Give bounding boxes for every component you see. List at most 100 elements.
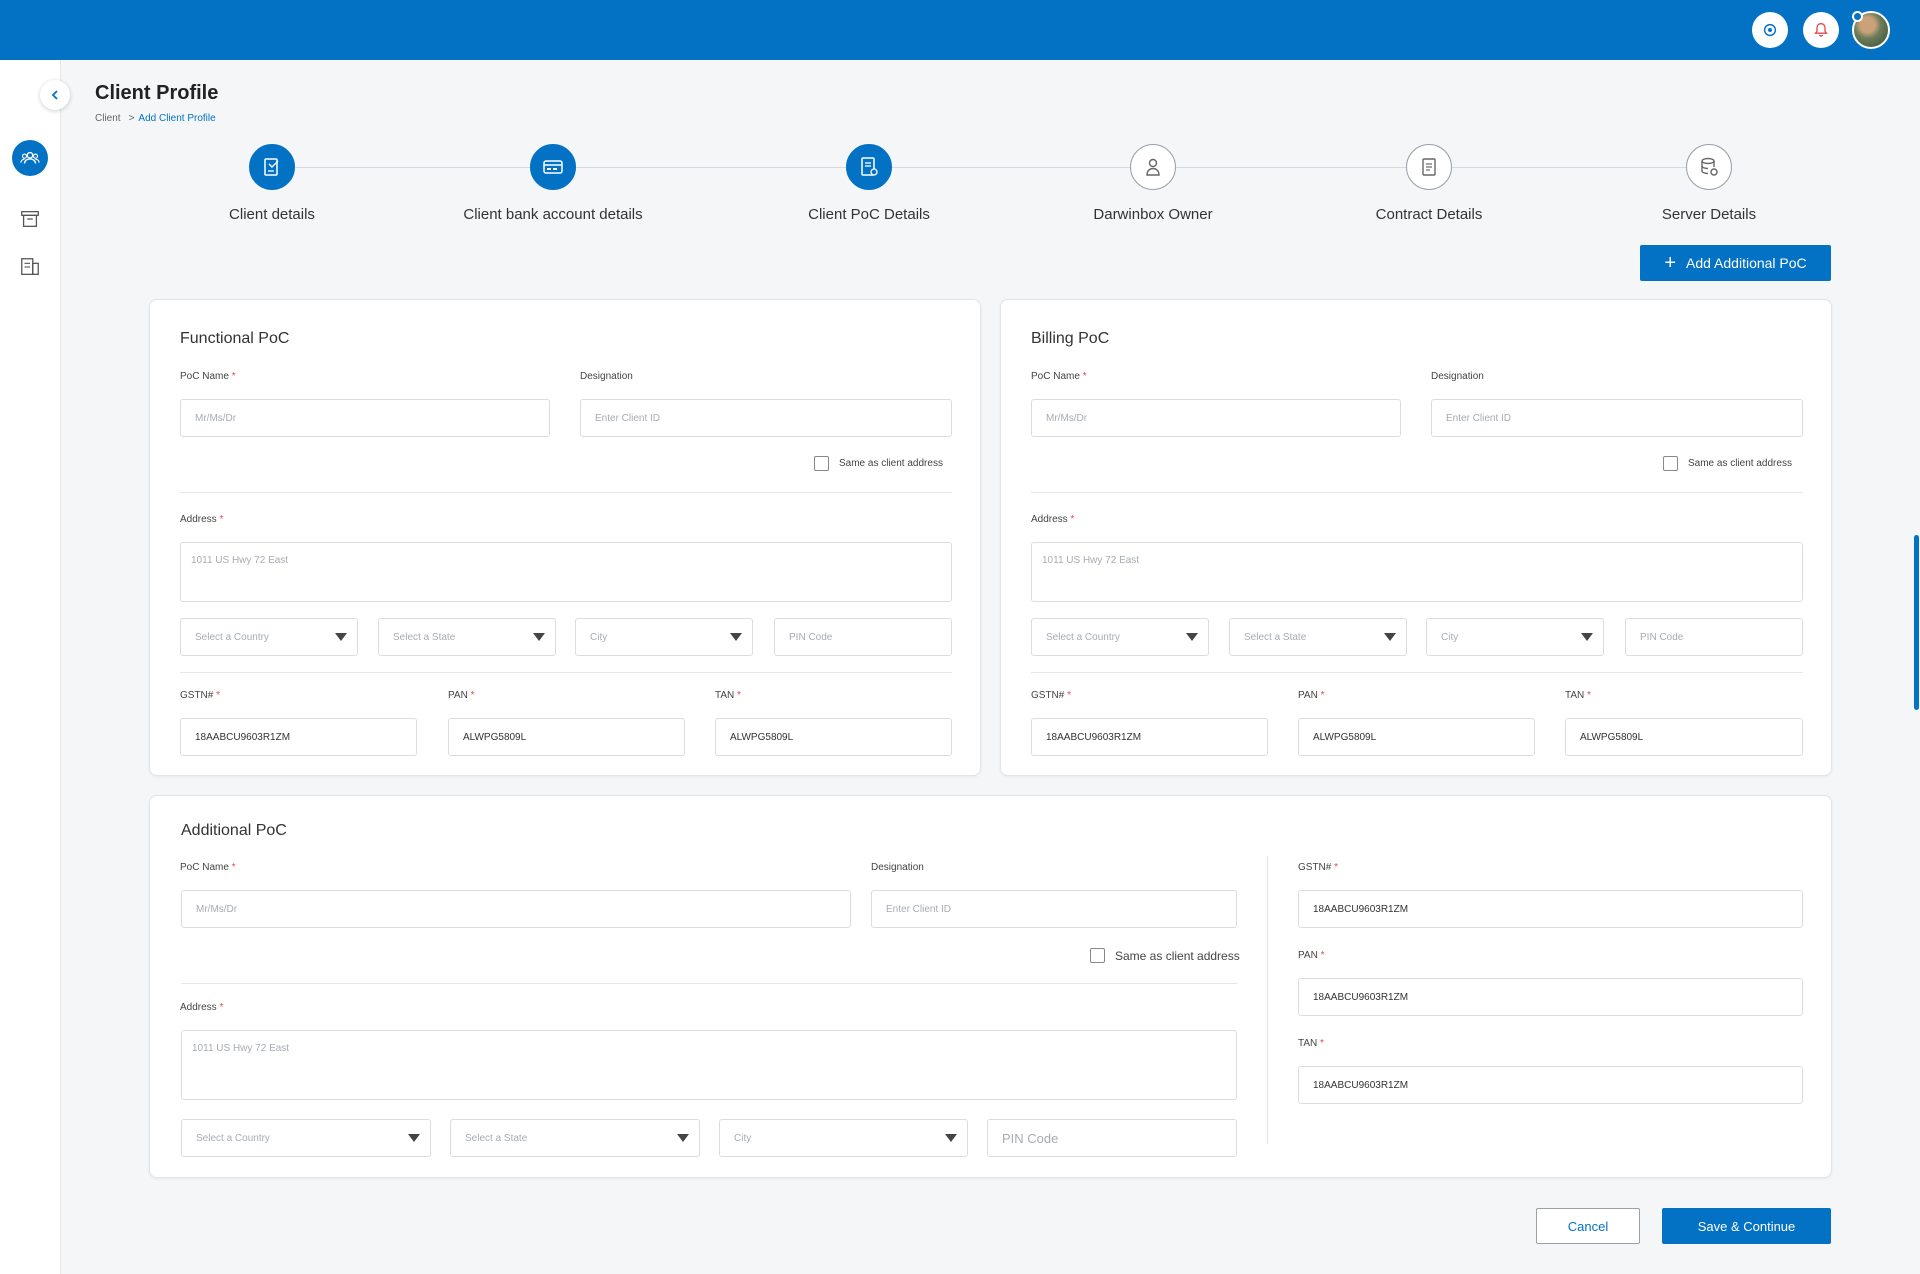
state-select-value: Select a State: [393, 631, 456, 643]
checkbox-box[interactable]: [814, 456, 829, 471]
gstn-input[interactable]: [1031, 718, 1268, 756]
address-textarea[interactable]: [1031, 542, 1803, 602]
step-label: Client PoC Details: [808, 206, 930, 223]
same-address-checkbox[interactable]: Same as client address: [814, 456, 943, 471]
online-status-dot: [1852, 11, 1863, 22]
address-label: Address *: [180, 514, 224, 525]
caret-down-icon: [1186, 633, 1198, 641]
country-select[interactable]: Select a Country: [1031, 618, 1209, 656]
plus-icon: +: [1664, 252, 1677, 274]
edit-document-icon: [249, 144, 295, 190]
step-client-details[interactable]: Client details: [122, 144, 422, 223]
designation-input[interactable]: [580, 399, 952, 437]
card-title: Additional PoC: [181, 822, 287, 839]
step-darwinbox-owner[interactable]: Darwinbox Owner: [1003, 144, 1303, 223]
add-additional-poc-button[interactable]: + Add Additional PoC: [1640, 245, 1831, 281]
pin-code-input[interactable]: [987, 1119, 1237, 1157]
state-select-value: Select a State: [465, 1132, 528, 1144]
city-select[interactable]: City: [719, 1119, 968, 1157]
designation-input[interactable]: [871, 890, 1237, 928]
gstn-input[interactable]: [180, 718, 417, 756]
pin-code-input[interactable]: [774, 618, 952, 656]
step-client-bank-details[interactable]: Client bank account details: [403, 144, 703, 223]
functional-poc-card: Functional PoC PoC Name * Designation Sa…: [149, 299, 981, 776]
caret-down-icon: [1581, 633, 1593, 641]
pan-input[interactable]: [448, 718, 685, 756]
tan-input[interactable]: [715, 718, 952, 756]
address-textarea[interactable]: [181, 1030, 1237, 1100]
page-title: Client Profile: [95, 82, 219, 104]
step-server-details[interactable]: Server Details: [1559, 144, 1859, 223]
save-continue-button[interactable]: Save & Continue: [1662, 1208, 1831, 1244]
pan-label: PAN *: [1298, 690, 1325, 701]
step-label: Client details: [229, 206, 315, 223]
tan-label: TAN *: [1565, 690, 1591, 701]
city-select[interactable]: City: [575, 618, 753, 656]
additional-poc-card: Additional PoC PoC Name * Designation Sa…: [149, 795, 1832, 1178]
section-divider: [181, 983, 1237, 984]
collapse-sidebar-button[interactable]: [40, 80, 70, 110]
checkbox-box[interactable]: [1663, 456, 1678, 471]
breadcrumb-current: Add Client Profile: [138, 113, 216, 124]
chevron-left-icon: [51, 90, 58, 100]
sidebar: [0, 60, 61, 1274]
gstn-label: GSTN# *: [180, 690, 221, 701]
state-select[interactable]: Select a State: [378, 618, 556, 656]
section-divider: [1031, 492, 1803, 493]
poc-name-input[interactable]: [180, 399, 550, 437]
contract-icon: [1406, 144, 1452, 190]
city-select[interactable]: City: [1426, 618, 1604, 656]
scrollbar-thumb[interactable]: [1914, 535, 1919, 710]
caret-down-icon: [677, 1134, 689, 1142]
state-select[interactable]: Select a State: [450, 1119, 700, 1157]
pan-input[interactable]: [1298, 718, 1535, 756]
tan-label: TAN *: [1298, 1038, 1324, 1049]
address-label: Address *: [180, 1002, 224, 1013]
checkbox-box[interactable]: [1090, 948, 1105, 963]
pan-label: PAN *: [448, 690, 475, 701]
settings-icon[interactable]: [1752, 12, 1788, 48]
poc-name-input[interactable]: [181, 890, 851, 928]
same-address-checkbox[interactable]: Same as client address: [1663, 456, 1792, 471]
state-select[interactable]: Select a State: [1229, 618, 1407, 656]
notification-icon[interactable]: [1803, 12, 1839, 48]
poc-name-label: PoC Name *: [180, 371, 236, 382]
step-label: Client bank account details: [463, 206, 643, 223]
poc-name-label: PoC Name *: [180, 862, 236, 873]
country-select-value: Select a Country: [195, 631, 269, 643]
pin-code-input[interactable]: [1625, 618, 1803, 656]
designation-input[interactable]: [1431, 399, 1803, 437]
add-poc-label: Add Additional PoC: [1686, 255, 1807, 271]
step-contract-details[interactable]: Contract Details: [1279, 144, 1579, 223]
step-client-poc-details[interactable]: Client PoC Details: [719, 144, 1019, 223]
tan-input[interactable]: [1565, 718, 1803, 756]
owner-icon: [1130, 144, 1176, 190]
same-address-checkbox[interactable]: Same as client address: [1090, 948, 1240, 963]
designation-label: Designation: [1431, 371, 1484, 382]
cancel-button[interactable]: Cancel: [1536, 1208, 1640, 1244]
tan-input[interactable]: [1298, 1066, 1803, 1104]
gstn-label: GSTN# *: [1031, 690, 1072, 701]
section-divider: [180, 672, 952, 673]
tan-label: TAN *: [715, 690, 741, 701]
country-select-value: Select a Country: [196, 1132, 270, 1144]
clients-icon[interactable]: [12, 140, 48, 176]
step-label: Server Details: [1661, 206, 1757, 223]
city-select-value: City: [734, 1132, 752, 1144]
country-select[interactable]: Select a Country: [181, 1119, 431, 1157]
same-address-label: Same as client address: [1688, 458, 1792, 469]
pan-label: PAN *: [1298, 950, 1325, 961]
archive-icon[interactable]: [12, 201, 48, 237]
pan-input[interactable]: [1298, 978, 1803, 1016]
breadcrumb-root[interactable]: Client: [95, 113, 121, 124]
top-bar: [0, 0, 1920, 60]
country-select[interactable]: Select a Country: [180, 618, 358, 656]
poc-name-input[interactable]: [1031, 399, 1401, 437]
section-divider: [1031, 672, 1803, 673]
card-title: Billing PoC: [1031, 330, 1110, 347]
documents-icon[interactable]: [12, 249, 48, 285]
address-textarea[interactable]: [180, 542, 952, 602]
same-address-label: Same as client address: [1115, 948, 1240, 963]
poc-document-icon: [846, 144, 892, 190]
gstn-input[interactable]: [1298, 890, 1803, 928]
